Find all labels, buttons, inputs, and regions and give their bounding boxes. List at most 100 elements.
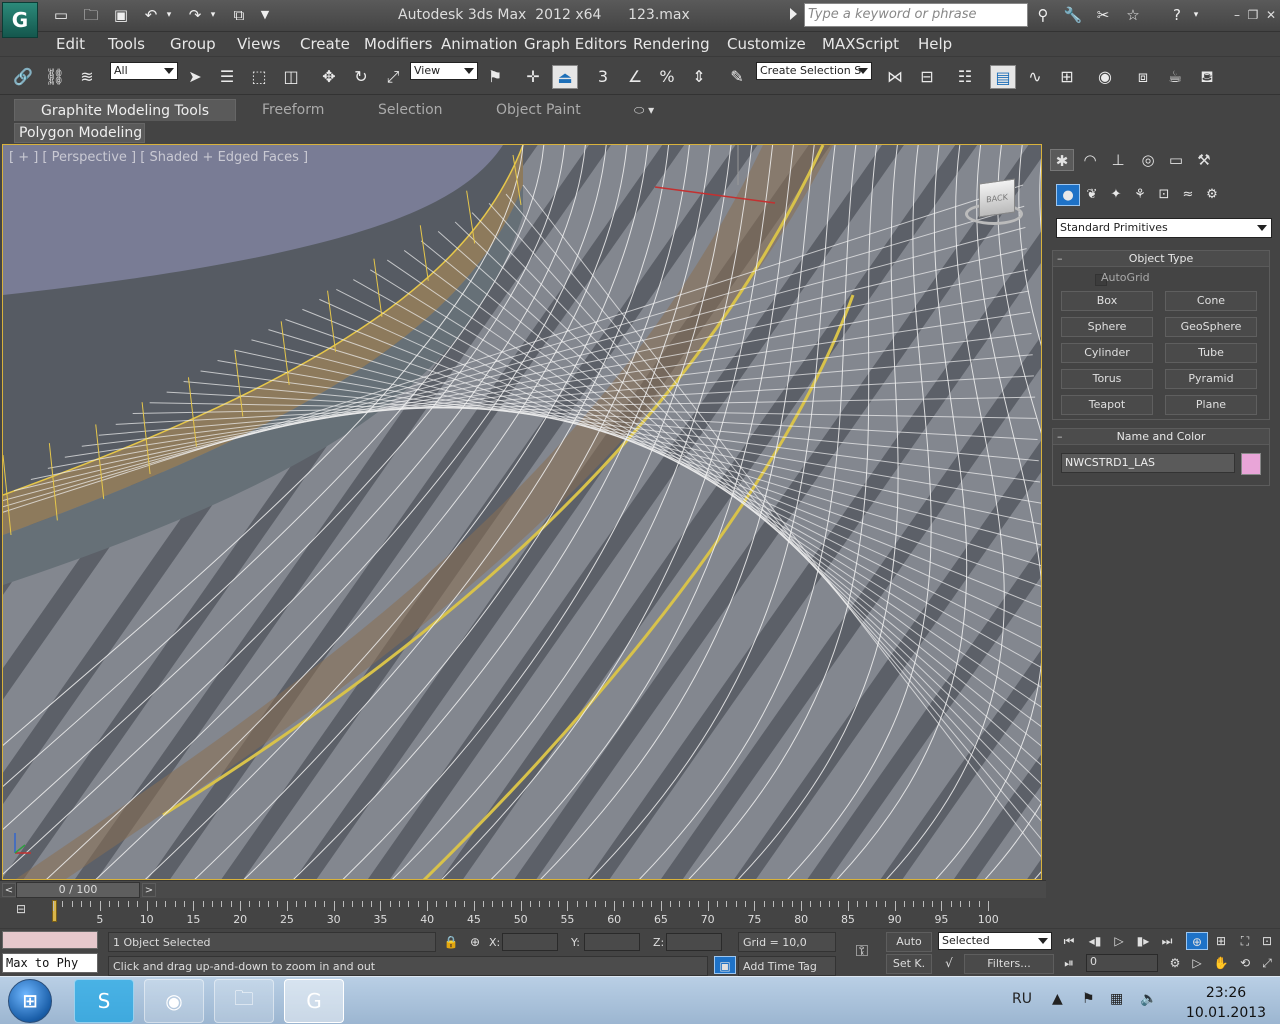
cameras-icon[interactable]: ⚘ xyxy=(1128,184,1152,206)
render-setup-icon[interactable]: ⧈ xyxy=(1130,65,1156,89)
menu-customize[interactable]: Customize xyxy=(727,35,806,53)
primitive-category-dropdown[interactable]: Standard Primitives xyxy=(1056,218,1272,238)
named-selection-dropdown[interactable]: Create Selection S xyxy=(756,62,872,80)
curve-editor-icon[interactable]: ∿ xyxy=(1022,65,1048,89)
system-clock[interactable]: 23:26 10.01.2013 xyxy=(1176,983,1276,1023)
key-filters-button[interactable]: Filters... xyxy=(964,954,1054,974)
minimize-button[interactable]: – xyxy=(1230,8,1244,22)
menu-create[interactable]: Create xyxy=(300,35,350,53)
select-and-move-icon[interactable]: ✥ xyxy=(316,65,342,89)
field-of-view-icon[interactable]: ▷ xyxy=(1186,954,1208,972)
x-coordinate-field[interactable] xyxy=(502,933,558,951)
binoculars-icon[interactable]: ⚲ xyxy=(1032,5,1054,25)
unlink-selection-icon[interactable]: ⛓ xyxy=(42,65,68,89)
pan-view-icon[interactable]: ✋ xyxy=(1210,954,1232,972)
viewcube[interactable]: BACK xyxy=(979,178,1015,218)
viewport-label-menu[interactable]: [ + ] [ Perspective ] [ Shaded + Edged F… xyxy=(9,150,308,165)
menu-animation[interactable]: Animation xyxy=(441,35,517,53)
auto-key-button[interactable]: Auto xyxy=(886,932,932,952)
perspective-viewport[interactable]: [ + ] [ Perspective ] [ Shaded + Edged F… xyxy=(2,144,1042,880)
y-coordinate-field[interactable] xyxy=(584,933,640,951)
select-and-rotate-icon[interactable]: ↻ xyxy=(348,65,374,89)
object-name-field[interactable]: NWCSTRD1_LAS xyxy=(1061,453,1235,473)
keyboard-shortcut-override-icon[interactable]: ⏏ xyxy=(552,65,578,89)
lights-icon[interactable]: ✦ xyxy=(1104,184,1128,206)
zoom-extents-all-icon[interactable]: ⊡ xyxy=(1256,932,1278,950)
geosphere-button[interactable]: GeoSphere xyxy=(1165,317,1257,337)
object-color-swatch[interactable] xyxy=(1241,453,1261,475)
add-time-tag[interactable]: Add Time Tag xyxy=(738,956,836,976)
quick-access-menu-icon[interactable]: ▼ xyxy=(254,5,276,25)
menu-maxscript[interactable]: MAXScript xyxy=(822,35,899,53)
set-key-button[interactable]: Set K. xyxy=(886,954,932,974)
maximize-button[interactable]: ❐ xyxy=(1246,8,1260,22)
go-to-end-icon[interactable]: ⏭ xyxy=(1156,932,1178,950)
time-configuration-icon[interactable]: ⚙ xyxy=(1164,954,1186,972)
angle-snap-icon[interactable]: ∠ xyxy=(622,65,648,89)
menu-views[interactable]: Views xyxy=(237,35,280,53)
language-indicator[interactable]: RU xyxy=(1012,991,1032,1007)
align-icon[interactable]: ⊟ xyxy=(914,65,940,89)
utilities-tab-icon[interactable]: ⚒ xyxy=(1192,149,1216,171)
create-tab-icon[interactable]: ✱ xyxy=(1050,149,1074,171)
pyramid-button[interactable]: Pyramid xyxy=(1165,369,1257,389)
key-mode-toggle-icon[interactable]: ⏯ xyxy=(1058,954,1080,972)
systems-icon[interactable]: ⚙ xyxy=(1200,184,1224,206)
schematic-view-icon[interactable]: ⊞ xyxy=(1054,65,1080,89)
polygon-modeling-panel[interactable]: Polygon Modeling xyxy=(14,123,145,143)
tab-graphite-modeling-tools[interactable]: Graphite Modeling Tools xyxy=(14,99,237,121)
tab-selection[interactable]: Selection xyxy=(378,99,443,121)
bind-space-warp-icon[interactable]: ≋ xyxy=(74,65,100,89)
undo-dropdown-icon[interactable]: ▾ xyxy=(162,5,176,25)
motion-tab-icon[interactable]: ◎ xyxy=(1136,149,1160,171)
helpers-icon[interactable]: ⊡ xyxy=(1152,184,1176,206)
torus-button[interactable]: Torus xyxy=(1061,369,1153,389)
maxscript-listener-output[interactable] xyxy=(2,931,98,949)
z-coordinate-field[interactable] xyxy=(666,933,722,951)
wrench-icon[interactable]: 🔧 xyxy=(1062,5,1084,25)
open-file-icon[interactable]: 🗀 xyxy=(80,5,102,25)
mirror-icon[interactable]: ⋈ xyxy=(882,65,908,89)
box-button[interactable]: Box xyxy=(1061,291,1153,311)
skype-icon[interactable]: S xyxy=(74,979,134,1023)
viewport-scene[interactable] xyxy=(3,145,1042,880)
rectangular-selection-icon[interactable]: ⬚ xyxy=(246,65,272,89)
render-production-icon[interactable]: ⛾ xyxy=(1194,65,1220,89)
layer-manager-icon[interactable]: ☷ xyxy=(952,65,978,89)
search-expand-icon[interactable] xyxy=(790,8,797,20)
menu-edit[interactable]: Edit xyxy=(56,35,85,53)
new-file-icon[interactable]: ▭ xyxy=(50,5,72,25)
edit-named-selection-icon[interactable]: ✎ xyxy=(724,65,750,89)
tab-object-paint[interactable]: Object Paint xyxy=(496,99,581,121)
display-tab-icon[interactable]: ▭ xyxy=(1164,149,1188,171)
project-folder-icon[interactable]: ⧉ xyxy=(228,5,250,25)
zoom-extents-icon[interactable]: ⛶ xyxy=(1234,932,1256,950)
next-key-icon[interactable]: ▮▸ xyxy=(1132,932,1154,950)
show-hidden-icons-icon[interactable]: ▲ xyxy=(1052,991,1063,1007)
key-mode-curve-icon[interactable]: √ xyxy=(938,954,960,972)
snaps-toggle-icon[interactable]: 3 xyxy=(590,65,616,89)
percent-snap-icon[interactable]: % xyxy=(654,65,680,89)
cone-button[interactable]: Cone xyxy=(1165,291,1257,311)
tube-button[interactable]: Tube xyxy=(1165,343,1257,363)
select-and-manipulate-icon[interactable]: ⚑ xyxy=(482,65,508,89)
maximize-viewport-icon[interactable]: ⤢ xyxy=(1256,954,1278,972)
window-crossing-icon[interactable]: ◫ xyxy=(278,65,304,89)
previous-key-icon[interactable]: ◂▮ xyxy=(1084,932,1106,950)
select-object-icon[interactable]: ➤ xyxy=(182,65,208,89)
go-to-start-icon[interactable]: ⏮ xyxy=(1058,932,1080,950)
select-and-scale-icon[interactable]: ⤢ xyxy=(380,65,406,89)
chrome-icon[interactable]: ◉ xyxy=(144,979,204,1023)
time-slider[interactable]: < 0 / 100 > xyxy=(0,880,1046,898)
selection-filter-dropdown[interactable]: All xyxy=(110,62,178,80)
select-by-name-icon[interactable]: ☰ xyxy=(214,65,240,89)
play-icon[interactable]: ▷ xyxy=(1108,932,1130,950)
maxscript-mini-listener[interactable]: Max to Phy xyxy=(2,953,98,973)
explorer-folder-icon[interactable]: 🗀 xyxy=(214,979,274,1023)
time-slider-thumb[interactable]: 0 / 100 xyxy=(16,882,140,898)
use-pivot-center-icon[interactable]: ✛ xyxy=(520,65,546,89)
track-bar[interactable]: ⊟ 5 10 15 20 25 30 35 40 45 50 55 60 65 70 75 80 85 90 95 1… xyxy=(0,898,1046,928)
next-frame-arrow[interactable]: > xyxy=(142,883,156,897)
select-and-link-icon[interactable]: 🔗 xyxy=(10,65,36,89)
plane-button[interactable]: Plane xyxy=(1165,395,1257,415)
